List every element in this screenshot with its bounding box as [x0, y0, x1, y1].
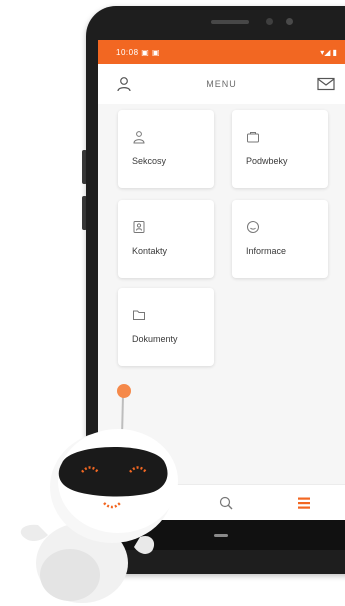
folder-icon	[133, 310, 145, 320]
menu-item-sekcosy[interactable]: Sekcosy	[118, 110, 214, 188]
menu-item-label: Informace	[246, 246, 287, 256]
menu-item-dokumenty[interactable]: Dokumenty	[118, 288, 214, 366]
mail-icon[interactable]	[317, 77, 335, 91]
search-icon[interactable]	[218, 495, 234, 511]
status-bar-right: ▾◢ ▮	[320, 48, 337, 57]
app-header: MENU	[98, 64, 345, 104]
info-icon	[247, 221, 259, 233]
contact-card-icon	[133, 221, 145, 233]
menu-item-podwbeky[interactable]: Podwbeky	[232, 110, 328, 188]
menu-item-label: Podwbeky	[246, 156, 288, 166]
phone-speaker	[211, 20, 249, 24]
menu-icon[interactable]	[296, 495, 312, 511]
menu-item-label: Dokumenty	[132, 334, 178, 344]
phone-camera	[266, 18, 273, 25]
home-indicator[interactable]	[214, 534, 228, 537]
robot-mascot-illustration	[20, 384, 178, 603]
app-promo-stage: 10:08 ▣ ▣ ▾◢ ▮ MENU Sekcosy Podwbeky Kon…	[0, 0, 345, 606]
menu-item-label: Kontakty	[132, 246, 168, 256]
people-icon	[133, 131, 145, 144]
status-bar: 10:08 ▣ ▣ ▾◢ ▮	[98, 40, 345, 64]
page-title: MENU	[206, 79, 237, 89]
menu-item-kontakty[interactable]: Kontakty	[118, 200, 214, 278]
person-icon	[247, 132, 259, 143]
menu-item-informace[interactable]: Informace	[232, 200, 328, 278]
status-bar-left: 10:08 ▣ ▣	[116, 48, 161, 57]
menu-item-label: Sekcosy	[132, 156, 167, 166]
phone-sensor	[286, 18, 293, 25]
